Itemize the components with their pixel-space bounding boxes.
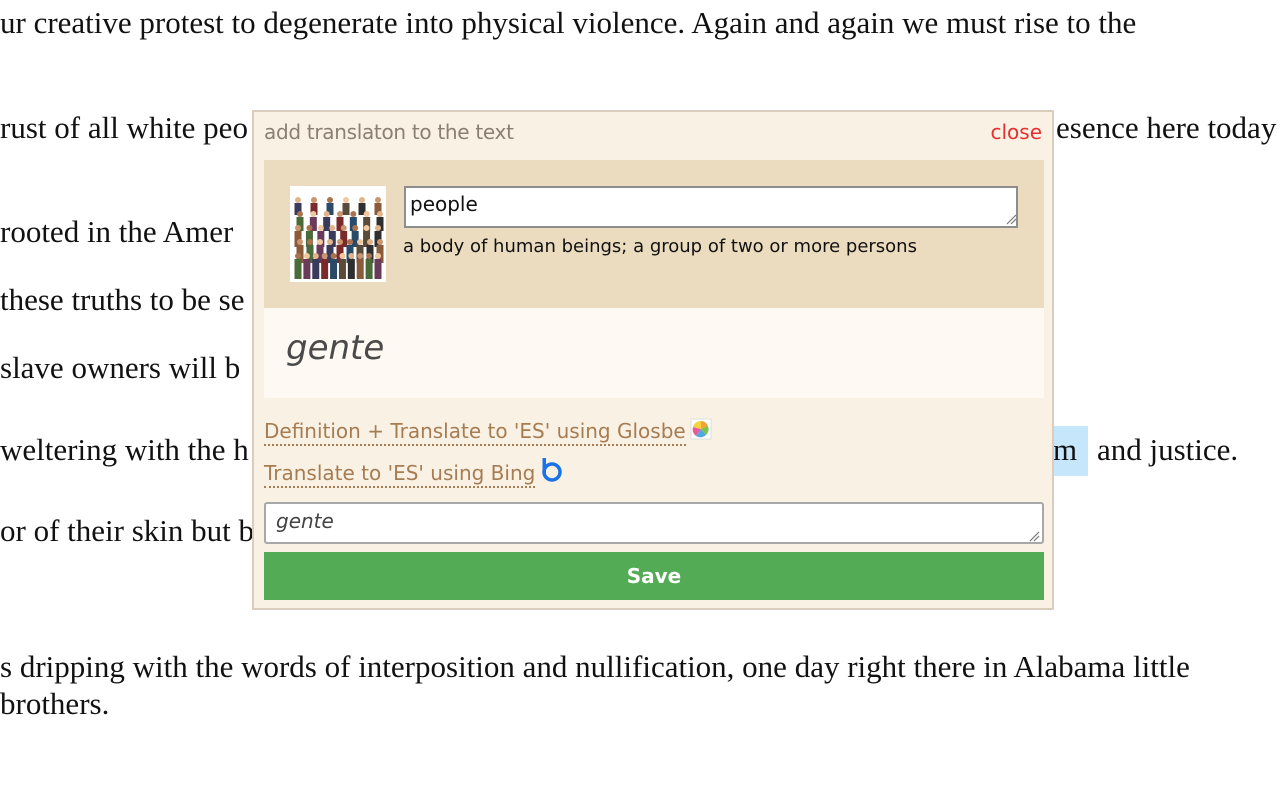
word-definition: a body of human beings; a group of two o…	[403, 236, 917, 257]
page-text-line: esence here today	[1056, 110, 1277, 145]
page-text-line: rooted in the Amer	[0, 214, 234, 249]
word-image	[290, 186, 386, 282]
bing-link-label[interactable]: Translate to 'ES' using Bing	[264, 461, 536, 488]
page-text-line: slave owners will b	[0, 350, 241, 385]
translation-edit-field[interactable]: gente	[264, 502, 1044, 544]
resize-grip-icon[interactable]	[1005, 213, 1017, 225]
crowd-image-icon	[290, 186, 386, 282]
page-text-line: these truths to be se	[0, 282, 245, 317]
save-button[interactable]: Save	[264, 552, 1044, 600]
word-panel: a body of human beings; a group of two o…	[264, 160, 1044, 308]
page-text-line: and justice.	[1097, 432, 1239, 467]
page-text-line: ur creative protest to degenerate into p…	[0, 5, 1137, 40]
page-text-line: rust of all white peo	[0, 110, 248, 145]
glosbe-icon	[690, 418, 712, 440]
translation-popup: add translaton to the text close a body …	[252, 110, 1054, 610]
page-text-line: or of their skin but b	[0, 513, 254, 548]
page-text-line: brothers.	[0, 686, 110, 721]
resize-grip-icon[interactable]	[1028, 530, 1040, 542]
close-button[interactable]: close	[990, 120, 1042, 144]
glosbe-link[interactable]: Definition + Translate to 'ES' using Glo…	[264, 418, 712, 446]
popup-title: add translaton to the text	[264, 120, 514, 144]
translation-panel: gente	[264, 308, 1044, 398]
highlighted-word-text: m	[1053, 432, 1078, 467]
word-input[interactable]	[404, 186, 1018, 228]
translation-text: gente	[286, 328, 385, 368]
page-text-line: s dripping with the words of interpositi…	[0, 649, 1190, 684]
popup-header: add translaton to the text close	[264, 120, 1042, 148]
page-text-line: weltering with the h	[0, 432, 249, 467]
bing-link[interactable]: Translate to 'ES' using Bing	[264, 458, 563, 488]
bing-icon	[542, 458, 563, 482]
glosbe-link-label[interactable]: Definition + Translate to 'ES' using Glo…	[264, 419, 686, 446]
